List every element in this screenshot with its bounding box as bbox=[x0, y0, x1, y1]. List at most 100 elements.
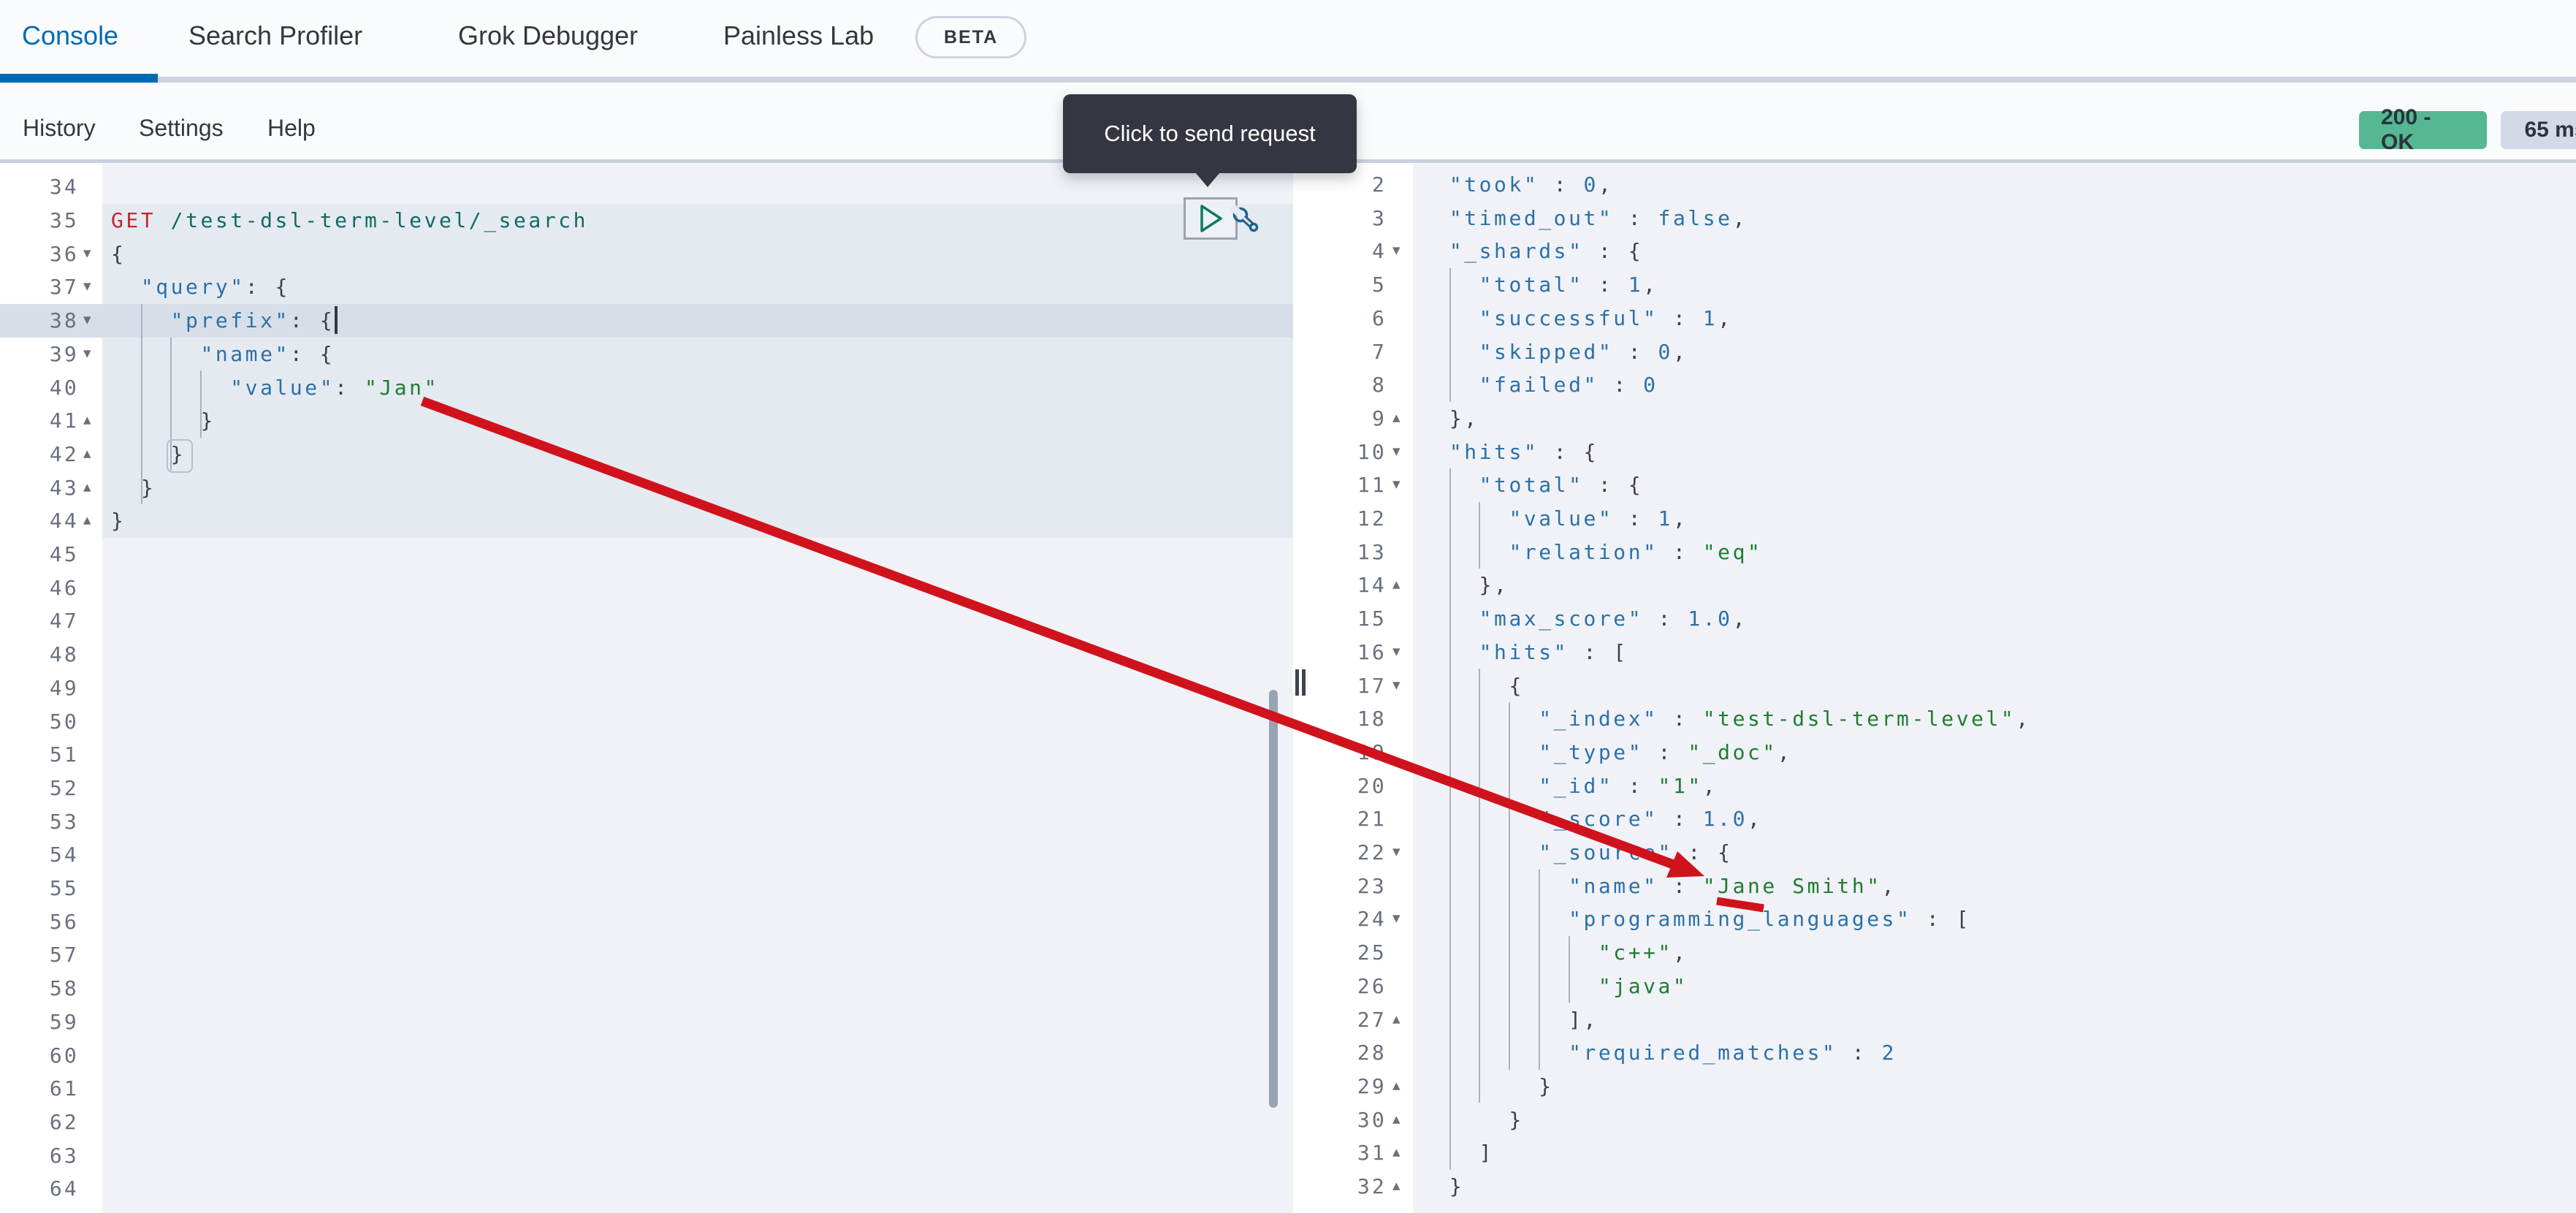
response-code-line: 4▾ "_shards" : { bbox=[0, 235, 2576, 268]
line-number: 23 bbox=[1341, 870, 1387, 903]
fold-expand-icon[interactable]: ▴ bbox=[1392, 402, 1401, 436]
fold-collapse-icon[interactable]: ▾ bbox=[1392, 636, 1401, 669]
code-text: "_id" : "1", bbox=[1420, 769, 1718, 803]
response-code-line: 15 "max_score" : 1.0, bbox=[0, 602, 2576, 636]
menu-settings[interactable]: Settings bbox=[139, 115, 224, 142]
line-number: 18 bbox=[1341, 702, 1387, 736]
response-code-line: 18 "_index" : "test-dsl-term-level", bbox=[0, 702, 2576, 736]
code-text: { bbox=[1420, 669, 1524, 703]
code-text: "_source" : { bbox=[1420, 836, 1733, 870]
code-text: } bbox=[1420, 1103, 1524, 1137]
response-code-line: 16▾ "hits" : [ bbox=[0, 636, 2576, 669]
line-number: 10 bbox=[1341, 436, 1387, 469]
panel-resize-handle[interactable] bbox=[1295, 669, 1306, 696]
send-request-button[interactable] bbox=[1184, 197, 1238, 240]
fold-collapse-icon[interactable]: ▾ bbox=[1392, 902, 1401, 936]
response-code-line: 8 "failed" : 0 bbox=[0, 368, 2576, 402]
fold-collapse-icon[interactable]: ▾ bbox=[1392, 235, 1401, 268]
menu-help[interactable]: Help bbox=[267, 115, 316, 142]
code-text: ], bbox=[1420, 1003, 1598, 1037]
code-text: "relation" : "eq" bbox=[1420, 536, 1762, 569]
response-code-line: 10▾ "hits" : { bbox=[0, 436, 2576, 469]
tabbar-rule bbox=[158, 77, 2576, 83]
line-number: 26 bbox=[1341, 970, 1387, 1003]
fold-collapse-icon[interactable]: ▾ bbox=[1392, 836, 1401, 870]
request-options-wrench-icon[interactable] bbox=[1230, 205, 1262, 237]
response-code-line: 23 "name" : "Jane Smith", bbox=[0, 870, 2576, 903]
code-text: "skipped" : 0, bbox=[1420, 335, 1688, 369]
response-code-line: 28 "required_matches" : 2 bbox=[0, 1036, 2576, 1070]
response-time-badge: 65 ms bbox=[2501, 111, 2576, 149]
response-code-line: 32▴ } bbox=[0, 1170, 2576, 1204]
code-text: "_shards" : { bbox=[1420, 235, 1643, 268]
response-code-line: 21 "_score" : 1.0, bbox=[0, 802, 2576, 836]
code-text: "total" : { bbox=[1420, 468, 1643, 502]
play-icon bbox=[1186, 199, 1235, 237]
line-number: 9 bbox=[1341, 402, 1387, 436]
tab-console[interactable]: Console bbox=[22, 20, 118, 51]
tab-search-profiler[interactable]: Search Profiler bbox=[188, 20, 362, 51]
code-text: "_index" : "test-dsl-term-level", bbox=[1420, 702, 2031, 736]
response-code-line: 31▴ ] bbox=[0, 1136, 2576, 1170]
fold-expand-icon[interactable]: ▴ bbox=[1392, 569, 1401, 602]
menu-history[interactable]: History bbox=[23, 115, 96, 142]
code-text: ] bbox=[1420, 1136, 1494, 1170]
tab-painless-lab[interactable]: Painless Lab bbox=[723, 20, 874, 51]
line-number: 15 bbox=[1341, 602, 1387, 636]
beta-badge: BETA bbox=[915, 16, 1026, 58]
tab-grok-debugger[interactable]: Grok Debugger bbox=[458, 20, 638, 51]
fold-expand-icon[interactable]: ▴ bbox=[1392, 1103, 1401, 1137]
response-code-line: 29▴ } bbox=[0, 1070, 2576, 1103]
line-number: 13 bbox=[1341, 536, 1387, 569]
response-code-line: 12 "value" : 1, bbox=[0, 502, 2576, 536]
line-number: 3 bbox=[1341, 202, 1387, 235]
code-text: "_type" : "_doc", bbox=[1420, 736, 1792, 769]
status-badge: 200 - OK bbox=[2359, 111, 2487, 149]
code-text: "required_matches" : 2 bbox=[1420, 1036, 1897, 1070]
line-number: 12 bbox=[1341, 502, 1387, 536]
fold-collapse-icon[interactable]: ▾ bbox=[1392, 669, 1401, 703]
text-caret bbox=[335, 306, 338, 334]
code-text: "name" : "Jane Smith", bbox=[1420, 870, 1897, 903]
fold-expand-icon[interactable]: ▴ bbox=[1392, 1170, 1401, 1204]
fold-collapse-icon[interactable]: ▾ bbox=[1392, 468, 1401, 502]
response-code-line: 25 "c++", bbox=[0, 936, 2576, 970]
line-number: 21 bbox=[1341, 802, 1387, 836]
line-number: 31 bbox=[1341, 1136, 1387, 1170]
fold-expand-icon[interactable]: ▴ bbox=[1392, 1003, 1401, 1037]
fold-expand-icon[interactable]: ▴ bbox=[1392, 1136, 1401, 1170]
code-text: } bbox=[1420, 1070, 1554, 1103]
code-text: "_score" : 1.0, bbox=[1420, 802, 1762, 836]
tooltip-arrow bbox=[1195, 172, 1220, 187]
response-code-line: 26 "java" bbox=[0, 970, 2576, 1003]
matching-brace-outline bbox=[167, 439, 193, 473]
code-text: "total" : 1, bbox=[1420, 268, 1658, 302]
line-number: 17 bbox=[1341, 669, 1387, 703]
code-text: }, bbox=[1420, 402, 1479, 436]
code-text: "hits" : { bbox=[1420, 436, 1598, 469]
code-text: "took" : 0, bbox=[1420, 168, 1613, 202]
fold-expand-icon[interactable]: ▴ bbox=[1392, 1070, 1401, 1103]
line-number: 8 bbox=[1341, 368, 1387, 402]
response-code-line: 22▾ "_source" : { bbox=[0, 836, 2576, 870]
fold-collapse-icon[interactable]: ▾ bbox=[1392, 436, 1401, 469]
response-code-line: 30▴ } bbox=[0, 1103, 2576, 1137]
line-number: 11 bbox=[1341, 468, 1387, 502]
line-number: 24 bbox=[1341, 902, 1387, 936]
line-number: 7 bbox=[1341, 335, 1387, 369]
code-text: "c++", bbox=[1420, 936, 1688, 970]
code-text: }, bbox=[1420, 569, 1509, 602]
line-number: 14 bbox=[1341, 569, 1387, 602]
response-code-line: 19 "_type" : "_doc", bbox=[0, 736, 2576, 769]
code-text: "successful" : 1, bbox=[1420, 302, 1733, 335]
code-text: "max_score" : 1.0, bbox=[1420, 602, 1748, 636]
line-number: 20 bbox=[1341, 769, 1387, 803]
line-number: 6 bbox=[1341, 302, 1387, 335]
response-code-line: 6 "successful" : 1, bbox=[0, 302, 2576, 335]
left-editor-scrollbar[interactable] bbox=[1269, 690, 1278, 1108]
line-number: 19 bbox=[1341, 736, 1387, 769]
line-number: 27 bbox=[1341, 1003, 1387, 1037]
code-text: } bbox=[1420, 1170, 1464, 1204]
send-request-tooltip: Click to send request bbox=[1063, 94, 1357, 173]
response-code-line: 7 "skipped" : 0, bbox=[0, 335, 2576, 369]
